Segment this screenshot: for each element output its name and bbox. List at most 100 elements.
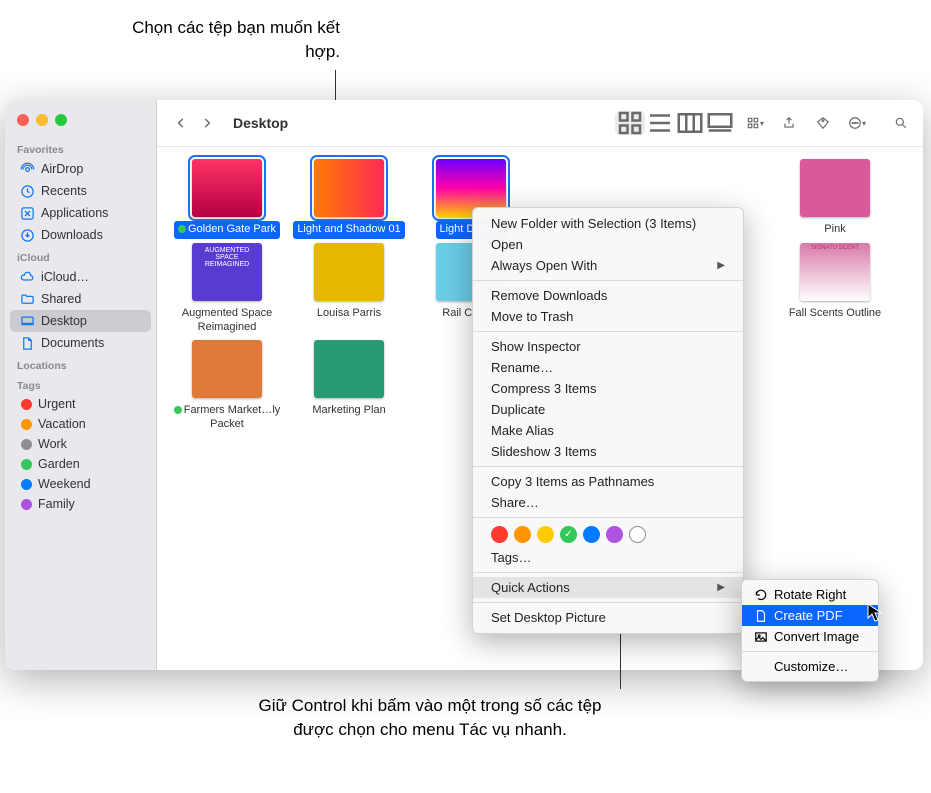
group-by-button[interactable]: ▾ [745,112,765,134]
icon-view-button[interactable] [615,111,645,135]
file-thumbnail [800,159,870,217]
ctx-make-alias[interactable]: Make Alias [473,420,743,441]
desktop-icon [19,313,35,329]
airdrop-icon [19,161,35,177]
callout-bottom: Giữ Control khi bấm vào một trong số các… [240,694,620,742]
tag-yellow[interactable] [537,526,554,543]
tag-green[interactable]: ✓ [560,526,577,543]
file-thumbnail [192,159,262,217]
sidebar-section-icloud: iCloud [5,246,156,266]
sidebar-item-applications[interactable]: Applications [5,202,156,224]
fullscreen-button[interactable] [55,114,67,126]
file-name: Farmers Market…ly Packet [170,402,285,434]
document-icon [754,609,768,623]
sidebar-item-shared[interactable]: Shared [5,288,156,310]
ctx-tag-row: ✓ [473,522,743,547]
sidebar-item-recents[interactable]: Recents [5,180,156,202]
forward-button[interactable] [195,112,219,134]
chevron-right-icon: ▶ [717,582,725,593]
sidebar-label: Downloads [41,228,103,242]
sub-rotate-right[interactable]: Rotate Right [742,584,878,605]
tag-dot [178,225,186,233]
tag-blue[interactable] [583,526,600,543]
ctx-show-inspector[interactable]: Show Inspector [473,336,743,357]
list-view-button[interactable] [645,111,675,135]
clock-icon [19,183,35,199]
ctx-share[interactable]: Share… [473,492,743,513]
ctx-quick-actions[interactable]: Quick Actions▶ [473,577,743,598]
sub-create-pdf[interactable]: Create PDF [742,605,878,626]
sidebar-tag-vacation[interactable]: Vacation [5,414,156,434]
sidebar-label: Documents [41,336,104,350]
file-item[interactable]: AUGMENTED SPACE REIMAGINED Augmented Spa… [167,243,287,337]
ctx-compress[interactable]: Compress 3 Items [473,378,743,399]
ctx-remove-downloads[interactable]: Remove Downloads [473,285,743,306]
file-item[interactable]: Marketing Plan [289,340,409,434]
folder-icon [19,291,35,307]
ctx-tags[interactable]: Tags… [473,547,743,568]
ctx-set-desktop[interactable]: Set Desktop Picture [473,607,743,628]
blank-icon [754,660,768,674]
sidebar-label: Applications [41,206,108,220]
file-item[interactable]: Light and Shadow 01 [289,159,409,239]
sidebar-label: Garden [38,457,80,471]
sidebar-tag-family[interactable]: Family [5,494,156,514]
ctx-duplicate[interactable]: Duplicate [473,399,743,420]
tag-red[interactable] [491,526,508,543]
gallery-view-button[interactable] [705,111,735,135]
content-area[interactable]: Golden Gate Park Light and Shadow 01 Lig… [157,147,923,670]
sidebar-section-locations: Locations [5,354,156,374]
cloud-icon [19,269,35,285]
sidebar: Favorites AirDrop Recents Applications D… [5,100,157,670]
image-icon [754,630,768,644]
file-name: Marketing Plan [308,402,389,420]
sidebar-label: Weekend [38,477,91,491]
sidebar-tag-weekend[interactable]: Weekend [5,474,156,494]
tag-orange[interactable] [514,526,531,543]
column-view-button[interactable] [675,111,705,135]
view-switcher [615,111,735,135]
sidebar-item-documents[interactable]: Documents [5,332,156,354]
minimize-button[interactable] [36,114,48,126]
toolbar-right: ▾ ▾ [745,112,911,134]
sidebar-item-airdrop[interactable]: AirDrop [5,158,156,180]
file-item[interactable]: Farmers Market…ly Packet [167,340,287,434]
sidebar-label: Work [38,437,67,451]
sub-customize[interactable]: Customize… [742,656,878,677]
sidebar-item-icloud[interactable]: iCloud… [5,266,156,288]
file-item[interactable]: SIGNATU SCENT Fall Scents Outline [775,243,895,337]
tag-gray[interactable] [629,526,646,543]
ctx-copy-pathnames[interactable]: Copy 3 Items as Pathnames [473,471,743,492]
search-button[interactable] [891,112,911,134]
separator [473,572,743,573]
window-controls [5,110,156,138]
file-name: Golden Gate Park [174,221,280,239]
sidebar-tag-garden[interactable]: Garden [5,454,156,474]
file-item[interactable]: Louisa Parris [289,243,409,337]
back-button[interactable] [169,112,193,134]
separator [473,602,743,603]
tag-dot [21,439,32,450]
ctx-rename[interactable]: Rename… [473,357,743,378]
ctx-open[interactable]: Open [473,234,743,255]
file-item[interactable]: Golden Gate Park [167,159,287,239]
close-button[interactable] [17,114,29,126]
ctx-slideshow[interactable]: Slideshow 3 Items [473,441,743,462]
sub-convert-image[interactable]: Convert Image [742,626,878,647]
sidebar-item-downloads[interactable]: Downloads [5,224,156,246]
file-item[interactable]: Pink [775,159,895,239]
share-button[interactable] [779,112,799,134]
tag-button[interactable] [813,112,833,134]
ctx-always-open-with[interactable]: Always Open With▶ [473,255,743,276]
file-thumbnail [192,340,262,398]
sidebar-label: iCloud… [41,270,89,284]
sidebar-tag-work[interactable]: Work [5,434,156,454]
sidebar-label: Family [38,497,75,511]
sidebar-tag-urgent[interactable]: Urgent [5,394,156,414]
tag-dot [21,479,32,490]
sidebar-item-desktop[interactable]: Desktop [10,310,151,332]
tag-purple[interactable] [606,526,623,543]
ctx-move-trash[interactable]: Move to Trash [473,306,743,327]
ctx-new-folder[interactable]: New Folder with Selection (3 Items) [473,213,743,234]
more-button[interactable]: ▾ [847,112,867,134]
